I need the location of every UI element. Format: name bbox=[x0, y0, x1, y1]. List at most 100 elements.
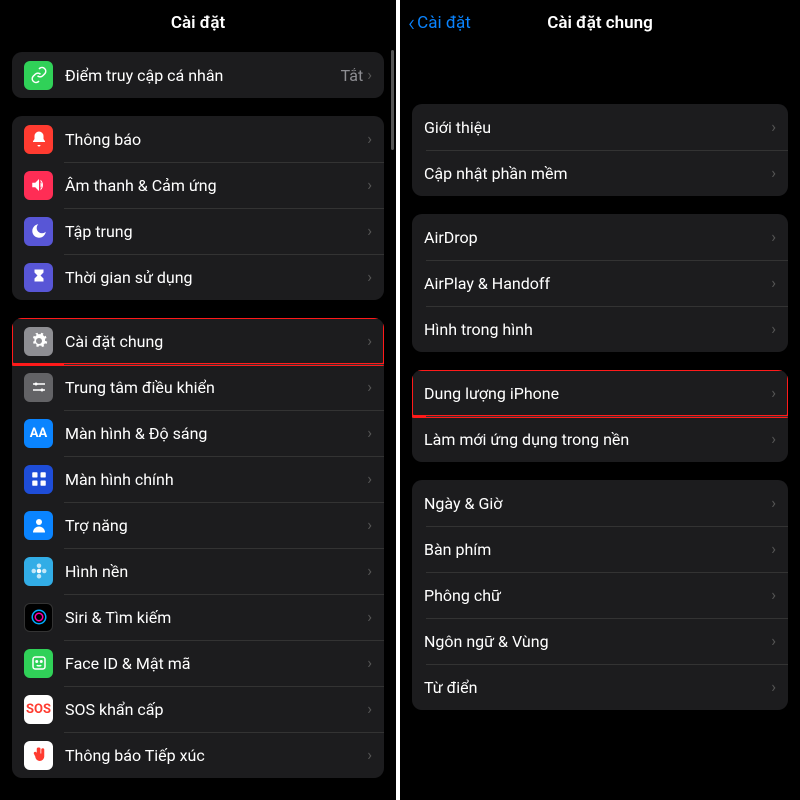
chevron-right-icon: › bbox=[367, 333, 372, 349]
chevron-right-icon: › bbox=[367, 609, 372, 625]
row-wallpaper[interactable]: Hình nền› bbox=[12, 548, 384, 594]
row-hotspot[interactable]: Điểm truy cập cá nhân Tắt › bbox=[12, 52, 384, 98]
row-storage[interactable]: Dung lượng iPhone› bbox=[412, 370, 788, 416]
row-home[interactable]: Màn hình chính› bbox=[12, 456, 384, 502]
row-siri[interactable]: Siri & Tìm kiếm› bbox=[12, 594, 384, 640]
chevron-right-icon: › bbox=[771, 587, 776, 603]
hourglass-icon bbox=[24, 263, 53, 292]
chevron-right-icon: › bbox=[367, 747, 372, 763]
bell-icon bbox=[24, 125, 53, 154]
link-icon bbox=[24, 61, 53, 90]
chevron-right-icon: › bbox=[367, 701, 372, 717]
chevron-right-icon: › bbox=[367, 655, 372, 671]
row-label: AirPlay & Handoff bbox=[424, 274, 771, 293]
chevron-right-icon: › bbox=[771, 385, 776, 401]
chevron-right-icon: › bbox=[367, 223, 372, 239]
group-hotspot: Điểm truy cập cá nhân Tắt › bbox=[12, 52, 384, 98]
sos-icon: SOS bbox=[24, 695, 53, 724]
row-date[interactable]: Ngày & Giờ› bbox=[412, 480, 788, 526]
group-locale: Ngày & Giờ›Bàn phím›Phông chữ›Ngôn ngữ &… bbox=[412, 480, 788, 710]
row-label: Bàn phím bbox=[424, 540, 771, 559]
back-label: Cài đặt bbox=[417, 13, 471, 33]
chevron-right-icon: › bbox=[367, 425, 372, 441]
row-label: Hình trong hình bbox=[424, 320, 771, 339]
row-font[interactable]: Phông chữ› bbox=[412, 572, 788, 618]
hand-icon bbox=[24, 741, 53, 770]
chevron-right-icon: › bbox=[771, 495, 776, 511]
row-focus[interactable]: Tập trung› bbox=[12, 208, 384, 254]
row-label: Cài đặt chung bbox=[65, 332, 367, 351]
row-display[interactable]: AA Màn hình & Độ sáng› bbox=[12, 410, 384, 456]
row-pip[interactable]: Hình trong hình› bbox=[412, 306, 788, 352]
group-about: Giới thiệu›Cập nhật phần mềm› bbox=[412, 104, 788, 196]
row-sos[interactable]: SOS SOS khẩn cấp› bbox=[12, 686, 384, 732]
row-label: Cập nhật phần mềm bbox=[424, 164, 771, 183]
row-general[interactable]: Cài đặt chung› bbox=[12, 318, 384, 364]
siri-icon bbox=[24, 603, 53, 632]
row-airplay[interactable]: AirPlay & Handoff› bbox=[412, 260, 788, 306]
row-label: Làm mới ứng dụng trong nền bbox=[424, 430, 771, 449]
chevron-right-icon: › bbox=[367, 131, 372, 147]
group-storage: Dung lượng iPhone›Làm mới ứng dụng trong… bbox=[412, 370, 788, 462]
settings-list: Điểm truy cập cá nhân Tắt › Thông báo›Âm… bbox=[0, 52, 396, 778]
page-title: Cài đặt chung bbox=[547, 13, 653, 33]
row-about[interactable]: Giới thiệu› bbox=[412, 104, 788, 150]
row-label: Từ điển bbox=[424, 678, 771, 697]
chevron-right-icon: › bbox=[771, 321, 776, 337]
face-icon bbox=[24, 649, 53, 678]
row-label: Màn hình & Độ sáng bbox=[65, 424, 367, 443]
row-dict[interactable]: Từ điển› bbox=[412, 664, 788, 710]
row-label: Ngày & Giờ bbox=[424, 494, 771, 513]
row-label: Trợ năng bbox=[65, 516, 367, 535]
chevron-right-icon: › bbox=[771, 541, 776, 557]
back-button[interactable]: ‹ Cài đặt bbox=[408, 11, 471, 35]
row-control[interactable]: Trung tâm điều khiển› bbox=[12, 364, 384, 410]
row-label: Thời gian sử dụng bbox=[65, 268, 367, 287]
sliders-icon bbox=[24, 373, 53, 402]
row-label: Tập trung bbox=[65, 222, 367, 241]
chevron-right-icon: › bbox=[367, 177, 372, 193]
group-airdrop: AirDrop›AirPlay & Handoff›Hình trong hìn… bbox=[412, 214, 788, 352]
row-label: AirDrop bbox=[424, 228, 771, 247]
row-label: Thông báo Tiếp xúc bbox=[65, 746, 367, 765]
chevron-left-icon: ‹ bbox=[408, 11, 415, 35]
row-label: Face ID & Mật mã bbox=[65, 654, 367, 673]
scrollbar[interactable] bbox=[391, 50, 394, 150]
aa-icon: AA bbox=[24, 419, 53, 448]
chevron-right-icon: › bbox=[771, 633, 776, 649]
group-general: Cài đặt chung›Trung tâm điều khiển›AAMàn… bbox=[12, 318, 384, 778]
row-kbd[interactable]: Bàn phím› bbox=[412, 526, 788, 572]
chevron-right-icon: › bbox=[771, 679, 776, 695]
row-label: Phông chữ bbox=[424, 586, 771, 605]
row-label: Âm thanh & Cảm ứng bbox=[65, 176, 367, 195]
row-update[interactable]: Cập nhật phần mềm› bbox=[412, 150, 788, 196]
row-label: Giới thiệu bbox=[424, 118, 771, 137]
speaker-icon bbox=[24, 171, 53, 200]
settings-screen: Cài đặt Điểm truy cập cá nhân Tắt › Thôn… bbox=[0, 0, 400, 800]
row-screentime[interactable]: Thời gian sử dụng› bbox=[12, 254, 384, 300]
row-label: Màn hình chính bbox=[65, 470, 367, 489]
row-label: Siri & Tìm kiếm bbox=[65, 608, 367, 627]
person-icon bbox=[24, 511, 53, 540]
row-lang[interactable]: Ngôn ngữ & Vùng› bbox=[412, 618, 788, 664]
flower-icon bbox=[24, 557, 53, 586]
row-label: Hình nền bbox=[65, 562, 367, 581]
row-label: Dung lượng iPhone bbox=[424, 384, 771, 403]
row-label: Trung tâm điều khiển bbox=[65, 378, 367, 397]
row-notify[interactable]: Thông báo› bbox=[12, 116, 384, 162]
general-settings-screen: ‹ Cài đặt Cài đặt chung Giới thiệu›Cập n… bbox=[400, 0, 800, 800]
row-sound[interactable]: Âm thanh & Cảm ứng› bbox=[12, 162, 384, 208]
general-list: Giới thiệu›Cập nhật phần mềm› AirDrop›Ai… bbox=[400, 46, 800, 710]
row-exposure[interactable]: Thông báo Tiếp xúc› bbox=[12, 732, 384, 778]
row-bgapp[interactable]: Làm mới ứng dụng trong nền› bbox=[412, 416, 788, 462]
row-label: SOS khẩn cấp bbox=[65, 700, 367, 719]
row-faceid[interactable]: Face ID & Mật mã› bbox=[12, 640, 384, 686]
gear-icon bbox=[24, 327, 53, 356]
row-label: Thông báo bbox=[65, 130, 367, 149]
row-airdrop[interactable]: AirDrop› bbox=[412, 214, 788, 260]
chevron-right-icon: › bbox=[771, 229, 776, 245]
chevron-right-icon: › bbox=[367, 471, 372, 487]
chevron-right-icon: › bbox=[367, 67, 372, 83]
row-access[interactable]: Trợ năng› bbox=[12, 502, 384, 548]
header: Cài đặt bbox=[0, 0, 396, 46]
